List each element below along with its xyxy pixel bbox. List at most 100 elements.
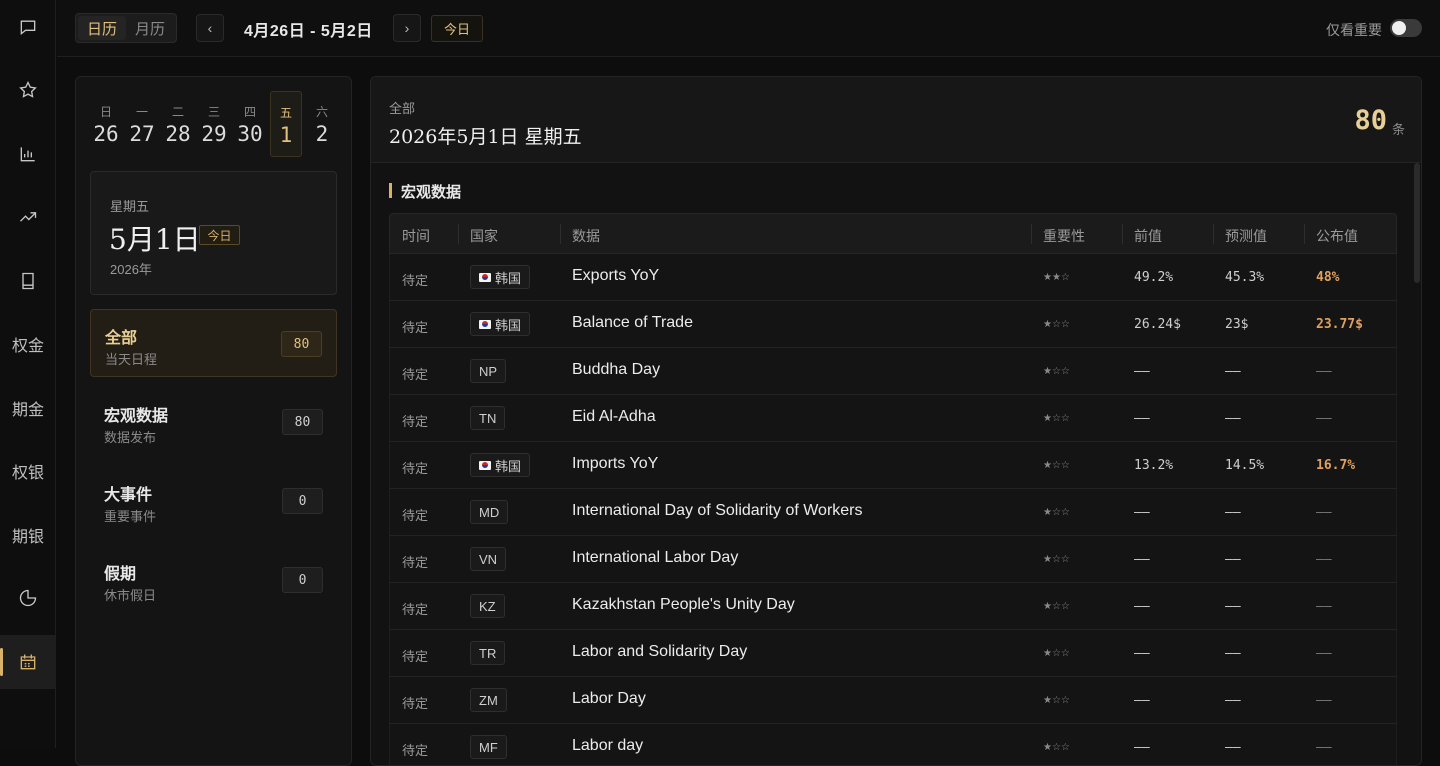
category-events[interactable]: 大事件 重要事件 0: [90, 467, 337, 535]
category-title: 宏观数据: [104, 408, 169, 425]
event-name[interactable]: Labor and Solidarity Day: [572, 643, 747, 661]
actual-value: ——: [1316, 552, 1332, 567]
previous-value: 49.2%: [1134, 270, 1174, 285]
event-name[interactable]: Exports YoY: [572, 267, 659, 285]
chevron-right-icon: ›: [404, 20, 410, 36]
forecast-value: ——: [1225, 411, 1241, 426]
country-tag: MD: [470, 500, 509, 524]
previous-value: ——: [1134, 646, 1150, 661]
previous-value: ——: [1134, 505, 1150, 520]
event-name[interactable]: Labor Day: [572, 690, 646, 708]
country-label: ZM: [479, 692, 498, 708]
table-row[interactable]: 待定 韩国 Balance of Trade ★☆☆ 26.24$ 23$ 23.77$: [389, 301, 1397, 348]
col-forecast: 预测值: [1213, 224, 1267, 244]
table-row[interactable]: 待定 VN International Labor Day ★☆☆ —— —— ——: [389, 536, 1397, 583]
total-count: 80: [1354, 105, 1387, 136]
today-button[interactable]: 今日: [431, 15, 483, 42]
category-subtitle: 数据发布: [104, 430, 157, 445]
pie-icon[interactable]: [0, 571, 56, 625]
event-name[interactable]: International Day of Solidarity of Worke…: [572, 502, 863, 520]
category-macro[interactable]: 宏观数据 数据发布 80: [90, 388, 337, 456]
day-number: 30: [237, 122, 263, 146]
weekday-label: 日: [99, 105, 112, 119]
event-name[interactable]: Buddha Day: [572, 361, 660, 379]
selected-date-card: 星期五 5月1日 今日 2026年: [90, 171, 337, 295]
table-row[interactable]: 待定 MD International Day of Solidarity of W…: [389, 489, 1397, 536]
trend-icon[interactable]: [0, 190, 56, 244]
col-country: 国家: [458, 224, 498, 244]
actual-value: ——: [1316, 693, 1332, 708]
table-row[interactable]: 待定 韩国 Exports YoY ★★☆ 49.2% 45.3% 48%: [389, 254, 1397, 301]
event-name[interactable]: Kazakhstan People's Unity Day: [572, 596, 795, 614]
view-day-button[interactable]: 日历: [78, 16, 126, 40]
events-table: 时间 国家 数据 重要性 前值 预测值 公布值 待定 韩国 Exports YoY ★…: [389, 213, 1397, 765]
scrollbar[interactable]: [1414, 163, 1420, 283]
forecast-value: ——: [1225, 364, 1241, 379]
forecast-value: ——: [1225, 693, 1241, 708]
day-wed[interactable]: 三 29: [196, 91, 232, 157]
view-month-button[interactable]: 月历: [126, 16, 174, 40]
day-fri[interactable]: 五1: [270, 91, 302, 157]
category-all[interactable]: 全部 当天日程 80: [90, 309, 337, 377]
next-week-button[interactable]: ›: [393, 14, 421, 42]
importance-stars: ★☆☆: [1043, 507, 1070, 518]
selected-weekday: 星期五: [110, 199, 150, 214]
weekday-label: 三: [207, 105, 220, 119]
table-row[interactable]: 待定 ZM Labor Day ★☆☆ —— —— ——: [389, 677, 1397, 724]
event-name[interactable]: Eid Al-Adha: [572, 408, 656, 426]
date-range: 4月26日 - 5月2日: [244, 23, 373, 40]
table-row[interactable]: 待定 韩国 Imports YoY ★☆☆ 13.2% 14.5% 16.7%: [389, 442, 1397, 489]
country-tag: ZM: [470, 688, 507, 712]
today-badge: 今日: [199, 225, 240, 245]
row-time: 待定: [402, 414, 429, 429]
day-sat[interactable]: 六2: [304, 91, 340, 157]
calendar-icon[interactable]: [0, 635, 56, 689]
event-name[interactable]: Balance of Trade: [572, 314, 693, 332]
previous-value: ——: [1134, 411, 1150, 426]
actual-value: ——: [1316, 364, 1332, 379]
rail-item-quanjin[interactable]: 权金: [0, 317, 56, 371]
view-switch: 日历 月历: [75, 13, 177, 43]
row-time: 待定: [402, 602, 429, 617]
country-label: 韩国: [495, 317, 522, 333]
day-thu[interactable]: 四 30: [232, 91, 268, 157]
chevron-left-icon: ‹: [207, 20, 213, 36]
book-icon[interactable]: [0, 254, 56, 308]
category-title: 全部: [105, 330, 138, 347]
event-name[interactable]: Labor day: [572, 737, 643, 755]
left-panel: 日 26 一 27 二 28 三 29 四 30 五1 六2 星期五 5月1日 今日 20…: [75, 76, 352, 766]
country-label: TR: [479, 645, 497, 661]
rail-item-quanyin[interactable]: 权银: [0, 444, 56, 498]
category-title: 假期: [104, 566, 137, 583]
category-holidays[interactable]: 假期 休市假日 0: [90, 546, 337, 614]
table-row[interactable]: 待定 MF Labor day ★☆☆ —— —— ——: [389, 724, 1397, 765]
importance-stars: ★☆☆: [1043, 366, 1070, 377]
event-name[interactable]: Imports YoY: [572, 455, 658, 473]
rail-item-qiyin[interactable]: 期银: [0, 508, 56, 562]
table-row[interactable]: 待定 NP Buddha Day ★☆☆ —— —— ——: [389, 348, 1397, 395]
event-name[interactable]: International Labor Day: [572, 549, 738, 567]
country-tag: NP: [470, 359, 507, 383]
table-row[interactable]: 待定 TN Eid Al-Adha ★☆☆ —— —— ——: [389, 395, 1397, 442]
chart-icon[interactable]: [0, 127, 56, 181]
weekday-label: 一: [135, 105, 148, 119]
row-time: 待定: [402, 461, 429, 476]
table-row[interactable]: 待定 KZ Kazakhstan People's Unity Day ★☆☆ —— ——…: [389, 583, 1397, 630]
forecast-value: 45.3%: [1225, 270, 1265, 285]
main-header: 全部 2026年5月1日 星期五 80 条: [371, 77, 1421, 163]
star-icon[interactable]: [0, 63, 56, 117]
country-tag: KZ: [470, 594, 505, 618]
filter-label: 全部: [389, 101, 416, 116]
prev-week-button[interactable]: ‹: [196, 14, 224, 42]
country-label: MD: [479, 504, 500, 520]
country-label: VN: [479, 551, 498, 567]
importance-stars: ★☆☆: [1043, 554, 1070, 565]
day-mon[interactable]: 一 27: [124, 91, 160, 157]
only-important-toggle[interactable]: [1390, 19, 1422, 37]
table-row[interactable]: 待定 TR Labor and Solidarity Day ★☆☆ —— —— ——: [389, 630, 1397, 677]
day-tue[interactable]: 二 28: [160, 91, 196, 157]
chat-icon[interactable]: [0, 0, 56, 54]
rail-item-qijin[interactable]: 期金: [0, 381, 56, 435]
actual-value: ——: [1316, 599, 1332, 614]
day-sun[interactable]: 日 26: [88, 91, 124, 157]
